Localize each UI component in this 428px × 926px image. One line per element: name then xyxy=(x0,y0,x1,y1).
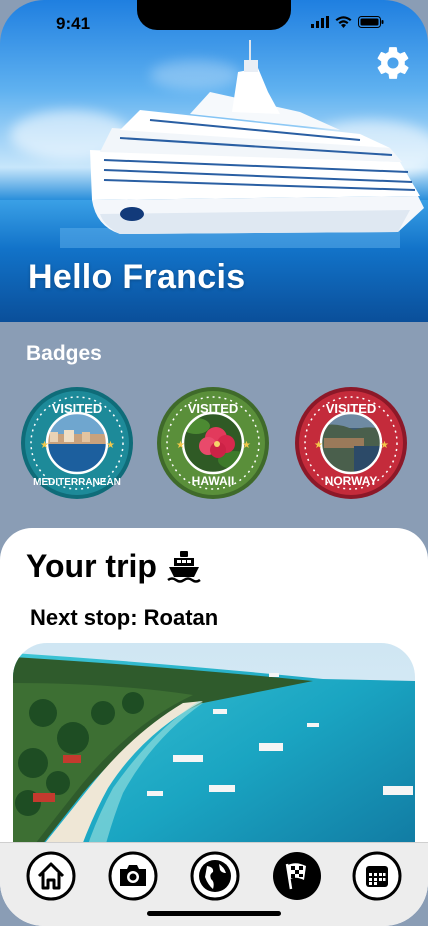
home-indicator[interactable] xyxy=(147,911,281,916)
app-screen: 9:41 Hello Francis Badges VISITED MEDITE… xyxy=(0,0,428,926)
svg-text:★: ★ xyxy=(242,440,251,451)
cellular-signal-icon xyxy=(311,16,329,28)
svg-text:VISITED: VISITED xyxy=(52,401,103,416)
checkered-flag-icon[interactable] xyxy=(272,851,322,901)
ship-icon xyxy=(167,550,201,583)
badges-heading: Badges xyxy=(26,342,102,365)
status-time: 9:41 xyxy=(56,14,91,33)
home-icon[interactable] xyxy=(26,851,76,901)
hero-banner: 9:41 Hello Francis xyxy=(0,0,428,322)
svg-text:★: ★ xyxy=(380,440,389,451)
globe-icon[interactable] xyxy=(190,851,240,901)
svg-text:★: ★ xyxy=(40,440,49,451)
status-bar: 9:41 xyxy=(0,0,428,48)
notch xyxy=(137,0,291,30)
battery-icon xyxy=(358,16,384,28)
trip-heading: Your trip xyxy=(26,548,201,585)
svg-text:VISITED: VISITED xyxy=(188,401,239,416)
svg-text:★: ★ xyxy=(106,440,115,451)
svg-text:HAWAII: HAWAII xyxy=(192,474,235,488)
svg-text:NORWAY: NORWAY xyxy=(325,474,378,488)
camera-icon[interactable] xyxy=(108,851,158,901)
svg-text:VISITED: VISITED xyxy=(326,401,377,416)
svg-text:MEDITERRANEAN: MEDITERRANEAN xyxy=(33,477,121,488)
trip-title: Your trip xyxy=(26,548,157,584)
svg-text:★: ★ xyxy=(176,440,185,451)
next-stop-label: Next stop: Roatan xyxy=(30,605,219,630)
badge-norway[interactable]: VISITED NORWAY ★ ★ xyxy=(294,386,408,500)
wifi-icon xyxy=(335,16,352,28)
badge-mediterranean[interactable]: VISITED MEDITERRANEAN ★ ★ xyxy=(20,386,134,500)
badge-hawaii[interactable]: VISITED HAWAII ★ ★ xyxy=(156,386,270,500)
greeting-heading: Hello Francis xyxy=(28,258,246,296)
svg-text:★: ★ xyxy=(314,440,323,451)
settings-gear-icon[interactable] xyxy=(374,44,412,82)
system-icons xyxy=(311,16,384,28)
calendar-icon[interactable] xyxy=(352,851,402,901)
